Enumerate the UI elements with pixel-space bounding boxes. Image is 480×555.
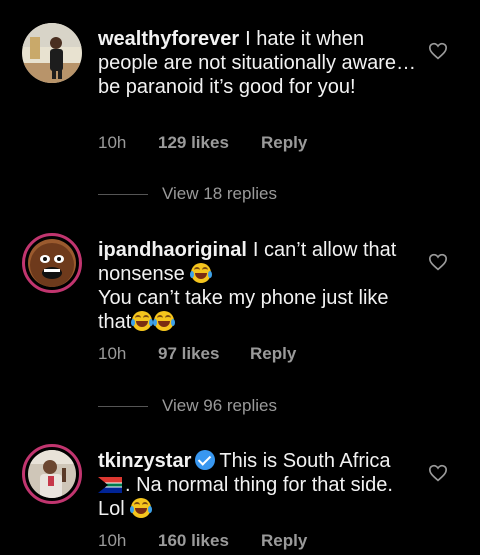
comment-meta: 10h 129 likes Reply bbox=[98, 133, 307, 153]
comment-meta: 10h 160 likes Reply bbox=[98, 531, 307, 551]
timestamp: 10h bbox=[98, 344, 127, 363]
comment-meta: 10h 97 likes Reply bbox=[98, 344, 296, 364]
comment-text: tkinzystar This is South Africa . Na norm… bbox=[98, 449, 416, 521]
divider bbox=[98, 405, 148, 407]
heart-icon[interactable] bbox=[428, 42, 448, 60]
heart-icon[interactable] bbox=[428, 253, 448, 271]
reply-button[interactable]: Reply bbox=[261, 133, 307, 153]
reply-button[interactable]: Reply bbox=[261, 531, 307, 551]
tears-of-joy-emoji-icon bbox=[131, 311, 154, 331]
likes-count[interactable]: 129 likes bbox=[158, 133, 261, 153]
view-replies-button[interactable]: View 96 replies bbox=[98, 396, 277, 416]
comment-text: ipandhaoriginal I can’t allow that nonsen… bbox=[98, 238, 416, 334]
avatar[interactable] bbox=[22, 23, 82, 83]
username[interactable]: wealthyforever bbox=[98, 28, 239, 50]
view-replies-label: View 18 replies bbox=[162, 184, 277, 203]
verified-badge-icon bbox=[195, 450, 216, 470]
tears-of-joy-emoji-icon bbox=[190, 263, 213, 283]
avatar[interactable] bbox=[22, 444, 82, 504]
divider bbox=[98, 193, 148, 195]
heart-icon[interactable] bbox=[428, 464, 448, 482]
comment-body: This is South Africa bbox=[219, 450, 391, 472]
likes-count[interactable]: 97 likes bbox=[158, 344, 250, 364]
likes-count[interactable]: 160 likes bbox=[158, 531, 261, 551]
username[interactable]: tkinzystar bbox=[98, 450, 191, 472]
tears-of-joy-emoji-icon bbox=[153, 311, 176, 331]
timestamp: 10h bbox=[98, 133, 127, 152]
avatar-image bbox=[28, 239, 76, 287]
south-africa-flag-icon bbox=[98, 477, 122, 493]
tears-of-joy-emoji-icon bbox=[130, 498, 153, 518]
avatar-image bbox=[28, 450, 76, 498]
comment-text: wealthyforever I hate it when people are … bbox=[98, 27, 416, 99]
avatar[interactable] bbox=[22, 233, 82, 293]
reply-button[interactable]: Reply bbox=[250, 344, 296, 364]
view-replies-button[interactable]: View 18 replies bbox=[98, 184, 277, 204]
username[interactable]: ipandhaoriginal bbox=[98, 239, 247, 261]
view-replies-label: View 96 replies bbox=[162, 396, 277, 415]
timestamp: 10h bbox=[98, 531, 127, 550]
